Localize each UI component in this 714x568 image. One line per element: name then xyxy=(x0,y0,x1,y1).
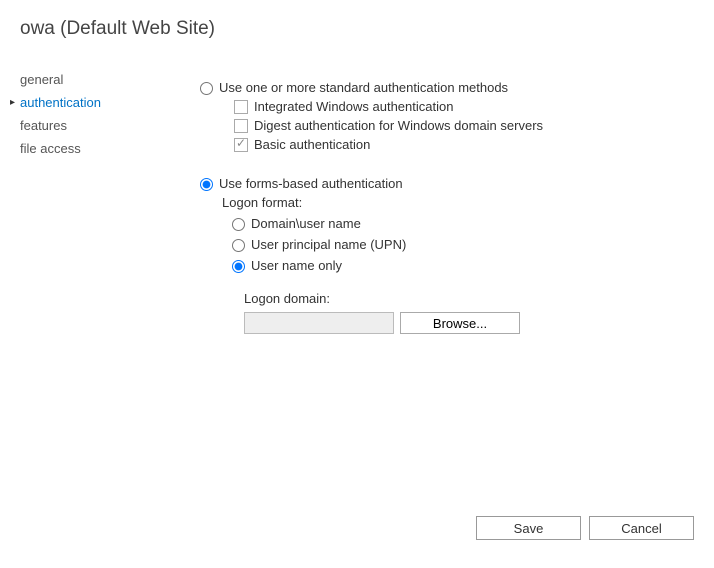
sidebar: general ▸ authentication features file a… xyxy=(20,68,160,334)
sidebar-item-label: authentication xyxy=(20,95,101,110)
forms-auth-radio[interactable] xyxy=(200,178,213,191)
basic-auth-label: Basic authentication xyxy=(254,137,370,152)
caret-icon: ▸ xyxy=(10,97,15,108)
integrated-auth-label: Integrated Windows authentication xyxy=(254,99,453,114)
standard-auth-option[interactable]: Use one or more standard authentication … xyxy=(200,80,694,95)
logon-useronly-label: User name only xyxy=(251,258,342,273)
logon-domainuser-radio[interactable] xyxy=(232,218,245,231)
digest-auth-label: Digest authentication for Windows domain… xyxy=(254,118,543,133)
sidebar-item-label: features xyxy=(20,118,67,133)
browse-button[interactable]: Browse... xyxy=(400,312,520,334)
sidebar-item-file-access[interactable]: file access xyxy=(20,137,160,160)
checkbox-icon[interactable] xyxy=(234,138,248,152)
sidebar-item-label: file access xyxy=(20,141,81,156)
logon-domain-input[interactable] xyxy=(244,312,394,334)
logon-upn-radio[interactable] xyxy=(232,239,245,252)
main-panel: Use one or more standard authentication … xyxy=(200,68,694,334)
logon-format-label: Logon format: xyxy=(222,195,694,210)
sidebar-item-authentication[interactable]: ▸ authentication xyxy=(20,91,160,114)
checkbox-icon[interactable] xyxy=(234,100,248,114)
integrated-auth-option[interactable]: Integrated Windows authentication xyxy=(222,99,694,114)
sidebar-item-label: general xyxy=(20,72,63,87)
basic-auth-option[interactable]: Basic authentication xyxy=(222,137,694,152)
logon-useronly-radio[interactable] xyxy=(232,260,245,273)
checkbox-icon[interactable] xyxy=(234,119,248,133)
standard-auth-label: Use one or more standard authentication … xyxy=(219,80,508,95)
digest-auth-option[interactable]: Digest authentication for Windows domain… xyxy=(222,118,694,133)
standard-auth-radio[interactable] xyxy=(200,82,213,95)
logon-domain-label: Logon domain: xyxy=(244,291,694,306)
logon-upn-option[interactable]: User principal name (UPN) xyxy=(222,237,694,252)
sidebar-item-general[interactable]: general xyxy=(20,68,160,91)
sidebar-item-features[interactable]: features xyxy=(20,114,160,137)
page-title: owa (Default Web Site) xyxy=(20,18,694,40)
logon-domainuser-option[interactable]: Domain\user name xyxy=(222,216,694,231)
save-button[interactable]: Save xyxy=(476,516,581,540)
forms-auth-option[interactable]: Use forms-based authentication xyxy=(200,176,694,191)
logon-upn-label: User principal name (UPN) xyxy=(251,237,406,252)
logon-useronly-option[interactable]: User name only xyxy=(222,258,694,273)
forms-auth-label: Use forms-based authentication xyxy=(219,176,403,191)
logon-domainuser-label: Domain\user name xyxy=(251,216,361,231)
cancel-button[interactable]: Cancel xyxy=(589,516,694,540)
